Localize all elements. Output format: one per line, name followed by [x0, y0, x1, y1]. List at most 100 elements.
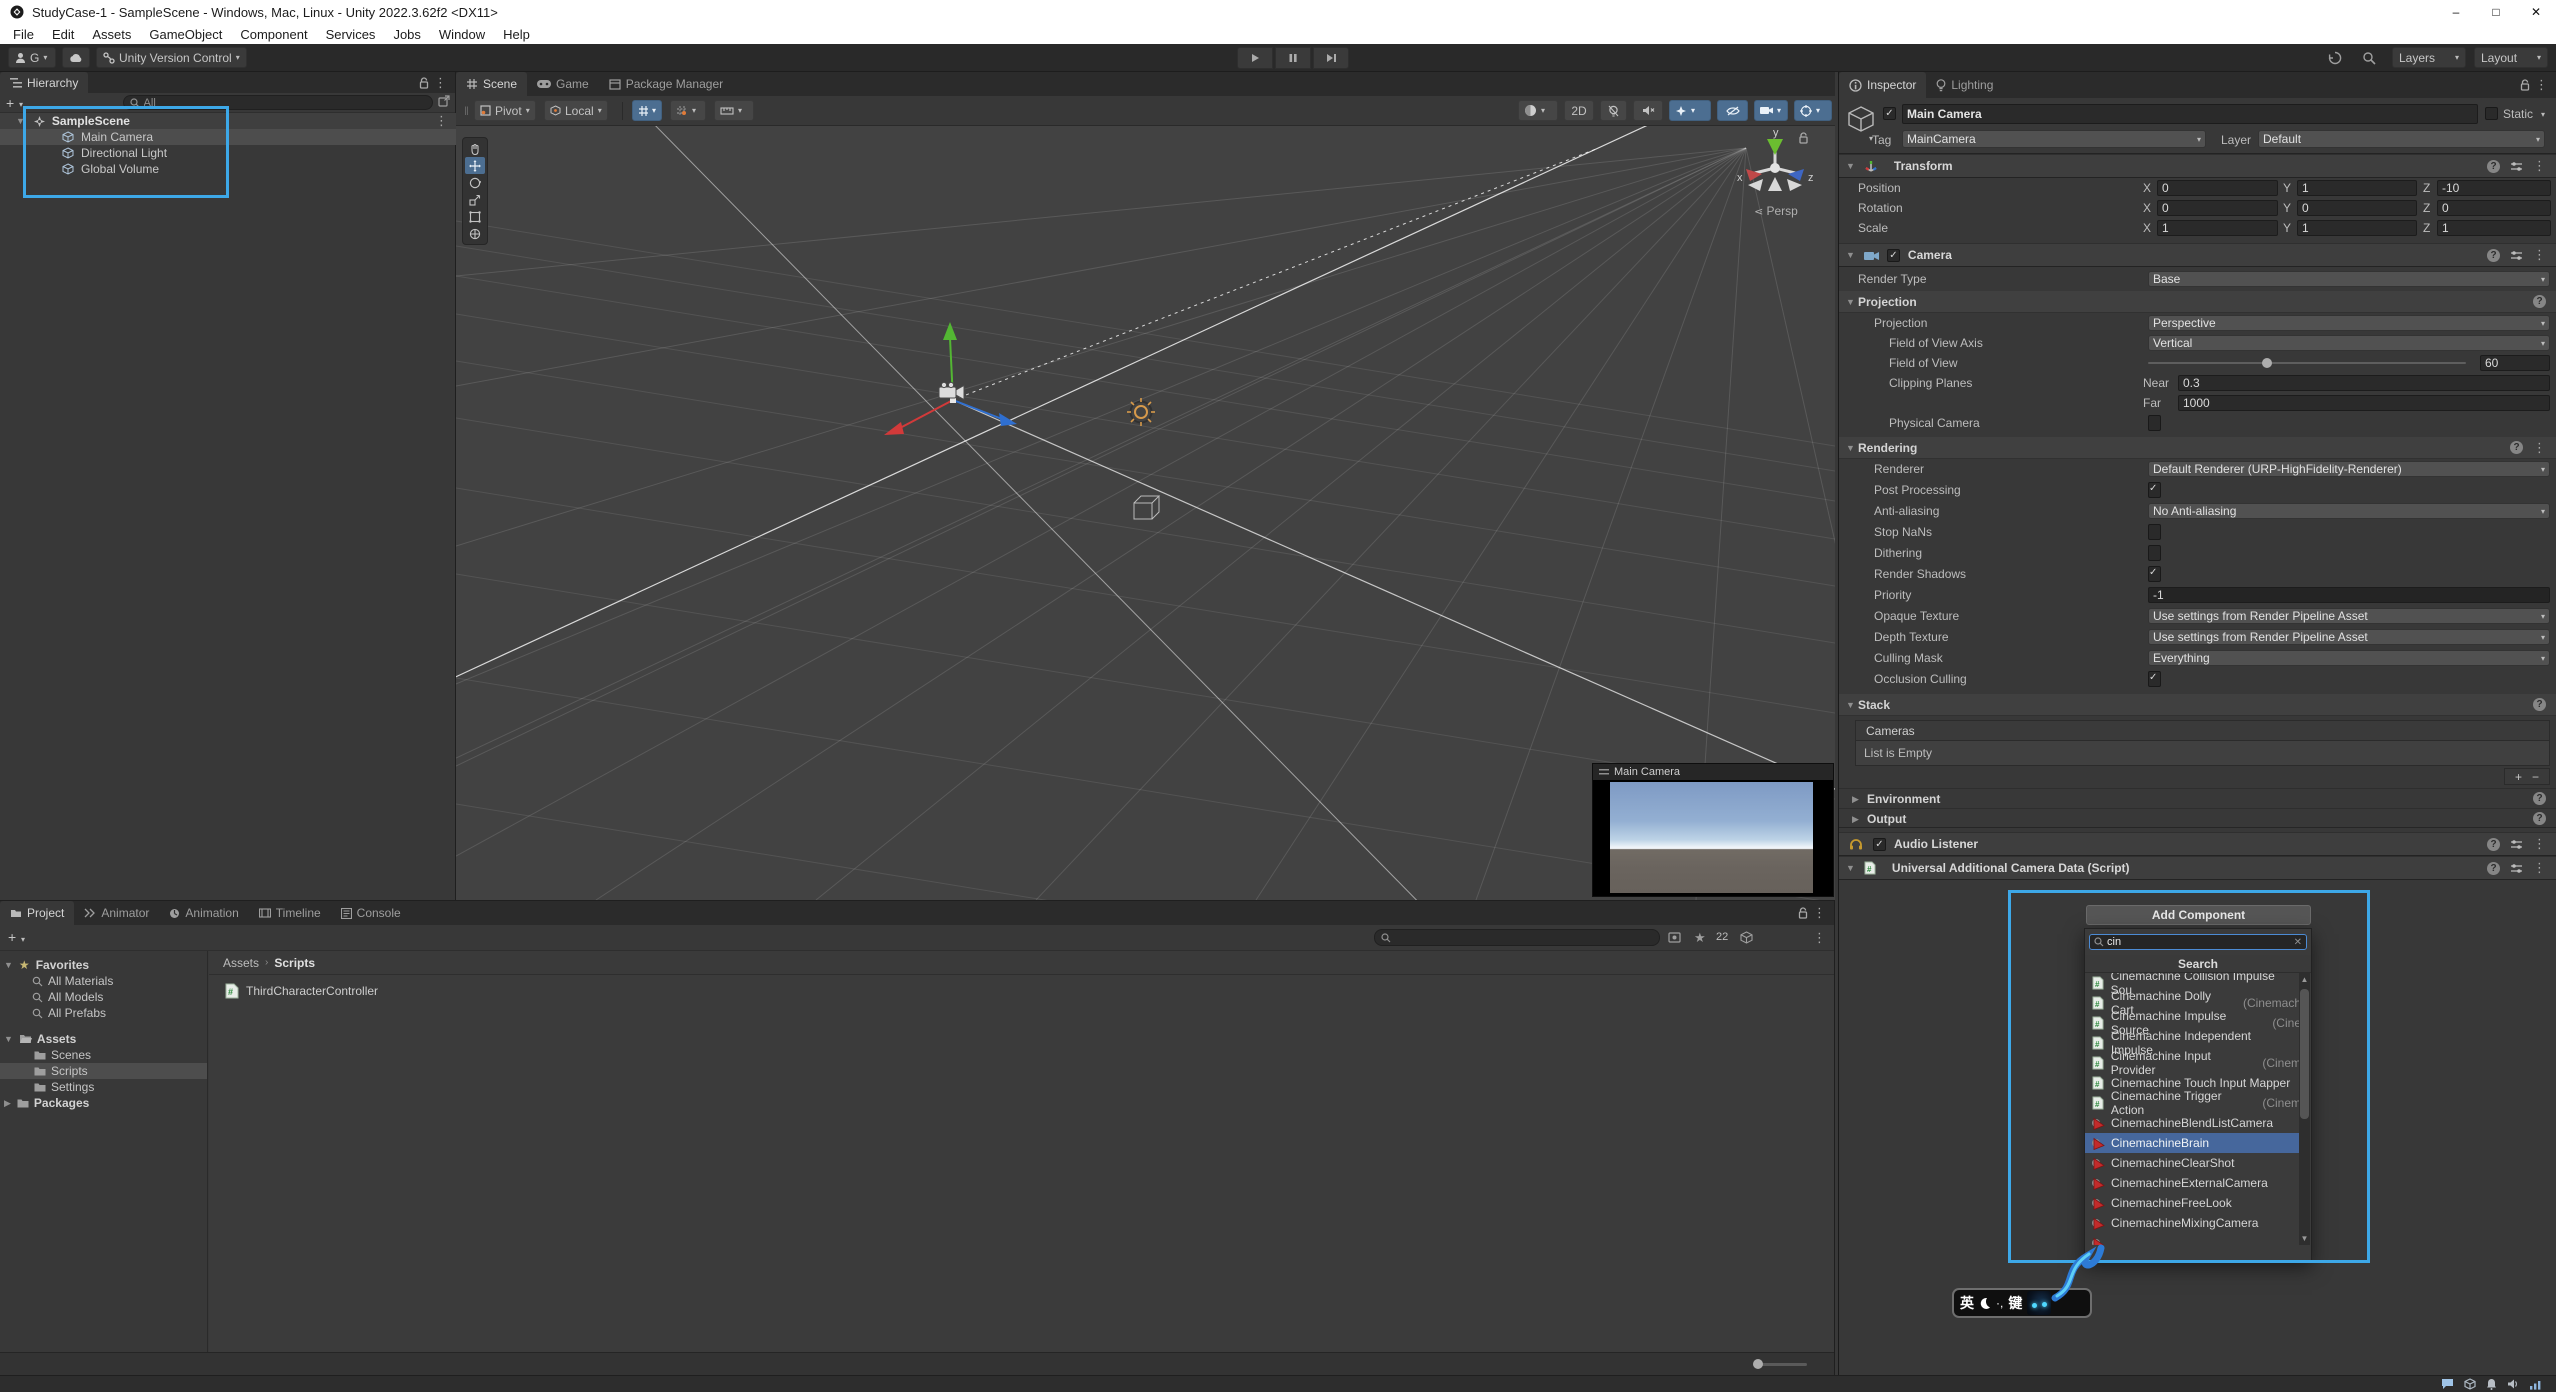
property-checkbox[interactable]: ✓ — [2148, 524, 2161, 540]
create-button[interactable]: + — [6, 95, 14, 111]
scene-row[interactable]: ▼ SampleScene ⋮ — [0, 113, 456, 129]
perspective-label[interactable]: ⋖ Persp — [1726, 204, 1826, 218]
2d-toggle[interactable]: 2D — [1564, 100, 1594, 121]
assets-root[interactable]: ▼ Assets — [0, 1031, 207, 1047]
hierarchy-item[interactable]: Global Volume — [0, 161, 456, 177]
property-field[interactable]: 0.3 — [2178, 375, 2550, 391]
component-enabled-checkbox[interactable]: ✓ — [1887, 249, 1900, 262]
property-field[interactable]: -1 — [2148, 587, 2550, 603]
scene-audio-toggle[interactable] — [1633, 100, 1663, 121]
hierarchy-item[interactable]: Main Camera — [0, 129, 456, 145]
menu-item[interactable]: File — [4, 27, 43, 42]
rendering-section-header[interactable]: ▼ Rendering ?⋮ — [1839, 437, 2556, 459]
menu-item[interactable]: Jobs — [384, 27, 429, 42]
camera-settings-dropdown[interactable]: ▾ — [1754, 100, 1788, 121]
layout-dropdown[interactable]: Layout▾ — [2474, 47, 2548, 68]
favorites-item[interactable]: All Models — [0, 989, 207, 1005]
tab-animation[interactable]: Animation — [159, 901, 248, 925]
asset-folder[interactable]: Scenes — [0, 1047, 207, 1063]
tab-timeline[interactable]: Timeline — [249, 901, 331, 925]
static-checkbox[interactable]: ✓ — [2485, 107, 2498, 120]
static-dropdown-icon[interactable]: ▾ — [2541, 110, 2545, 119]
scene-visibility-toggle[interactable] — [1717, 100, 1748, 121]
breadcrumb-root[interactable]: Assets — [223, 956, 259, 970]
rotate-tool-button[interactable] — [465, 174, 485, 191]
tab-console[interactable]: Console — [331, 901, 411, 925]
help-icon[interactable]: ? — [2487, 160, 2500, 173]
vector-x-field[interactable]: 0 — [2157, 180, 2278, 196]
create-button[interactable]: + — [8, 929, 16, 945]
menu-item[interactable]: Assets — [83, 27, 140, 42]
open-window-icon[interactable] — [438, 95, 450, 107]
lock-icon[interactable] — [2520, 79, 2530, 91]
move-tool-button[interactable] — [465, 157, 485, 174]
play-button[interactable] — [1237, 47, 1273, 69]
menu-item[interactable]: Services — [317, 27, 385, 42]
search-icon[interactable] — [2362, 51, 2376, 65]
package-visibility-icon[interactable] — [1740, 931, 1753, 944]
property-checkbox[interactable]: ✓ — [2148, 545, 2161, 561]
property-dropdown[interactable]: Use settings from Render Pipeline Asset▾ — [2148, 629, 2550, 645]
property-checkbox[interactable]: ✓ — [2148, 482, 2161, 498]
help-icon[interactable]: ? — [2533, 812, 2546, 825]
vector-z-field[interactable]: -10 — [2437, 180, 2551, 196]
gameobject-name-field[interactable]: Main Camera — [1902, 104, 2478, 124]
vector-z-field[interactable]: 1 — [2437, 220, 2551, 236]
tray-bell-icon[interactable] — [2486, 1378, 2497, 1390]
lock-icon[interactable] — [419, 77, 429, 89]
breadcrumb-current[interactable]: Scripts — [274, 956, 315, 970]
scene-menu-icon[interactable]: ⋮ — [435, 113, 448, 129]
tab-hierarchy[interactable]: Hierarchy — [0, 72, 88, 93]
tray-volume-icon[interactable] — [2507, 1378, 2519, 1390]
uacd-header[interactable]: ▼ # Universal Additional Camera Data (Sc… — [1839, 856, 2556, 880]
tab-lighting[interactable]: Lighting — [1926, 72, 2003, 98]
vector-x-field[interactable]: 0 — [2157, 200, 2278, 216]
close-button[interactable]: ✕ — [2516, 0, 2556, 24]
component-menu-icon[interactable]: ⋮ — [2533, 158, 2546, 174]
help-icon[interactable]: ? — [2487, 838, 2500, 851]
favorites-root[interactable]: ▼ ★ Favorites — [0, 957, 207, 973]
cloud-button[interactable] — [62, 47, 90, 68]
component-menu-icon[interactable]: ⋮ — [2533, 860, 2546, 876]
component-list-item[interactable]: # CinemachineBrain — [2085, 1133, 2301, 1153]
local-dropdown[interactable]: Local▾ — [544, 100, 608, 121]
property-checkbox[interactable]: ✓ — [2148, 566, 2161, 582]
foldout-icon[interactable]: ▼ — [16, 116, 25, 126]
transform-header[interactable]: ▼ Transform ? ⋮ — [1839, 154, 2556, 178]
component-menu-icon[interactable]: ⋮ — [2533, 836, 2546, 852]
property-dropdown[interactable]: Use settings from Render Pipeline Asset▾ — [2148, 608, 2550, 624]
undo-history-icon[interactable] — [2328, 51, 2342, 65]
add-component-button[interactable]: Add Component — [2086, 905, 2311, 925]
layer-dropdown[interactable]: Default▾ — [2258, 130, 2545, 148]
property-field[interactable]: 1000 — [2178, 395, 2550, 411]
property-checkbox[interactable]: ✓ — [2148, 415, 2161, 431]
property-slider[interactable]: 60 — [2148, 355, 2550, 371]
transform-tool-button[interactable] — [465, 225, 485, 242]
property-checkbox[interactable]: ✓ — [2148, 671, 2161, 687]
component-list-item[interactable]: # CinemachineExternalCamera — [2085, 1173, 2301, 1193]
step-button[interactable] — [1313, 47, 1349, 69]
audio-listener-header[interactable]: ✓ Audio Listener ? ⋮ — [1839, 832, 2556, 856]
project-asset-item[interactable]: # ThirdCharacterController — [225, 981, 1834, 1001]
hierarchy-search-input[interactable] — [144, 97, 426, 109]
vector-y-field[interactable]: 1 — [2297, 220, 2417, 236]
component-list-item[interactable]: # CinemachineBlendListCamera — [2085, 1113, 2301, 1133]
tray-package-icon[interactable] — [2464, 1378, 2476, 1390]
component-search-input[interactable] — [2107, 936, 2291, 948]
shading-mode-dropdown[interactable]: ▾ — [1518, 100, 1558, 121]
gizmos-dropdown[interactable]: ▾ — [1794, 100, 1832, 121]
favorites-item[interactable]: All Materials — [0, 973, 207, 989]
component-menu-icon[interactable]: ⋮ — [2533, 247, 2546, 263]
scene-viewport[interactable]: y x z ⋖ Persp Main Camera — [456, 126, 1835, 900]
menu-item[interactable]: Edit — [43, 27, 83, 42]
presets-icon[interactable] — [2510, 839, 2523, 850]
property-dropdown[interactable]: Base▾ — [2148, 271, 2550, 287]
environment-foldout[interactable]: ▶ Environment ? — [1839, 788, 2556, 808]
help-icon[interactable]: ? — [2533, 295, 2546, 308]
toolbar-handle[interactable]: ‖ — [464, 104, 469, 118]
vector-z-field[interactable]: 0 — [2437, 200, 2551, 216]
grid-snap-toggle[interactable]: ▾ — [632, 100, 662, 121]
lock-icon[interactable] — [1798, 907, 1808, 919]
tab-package-manager[interactable]: Package Manager — [599, 72, 733, 96]
asset-folder[interactable]: Scripts — [0, 1063, 207, 1079]
